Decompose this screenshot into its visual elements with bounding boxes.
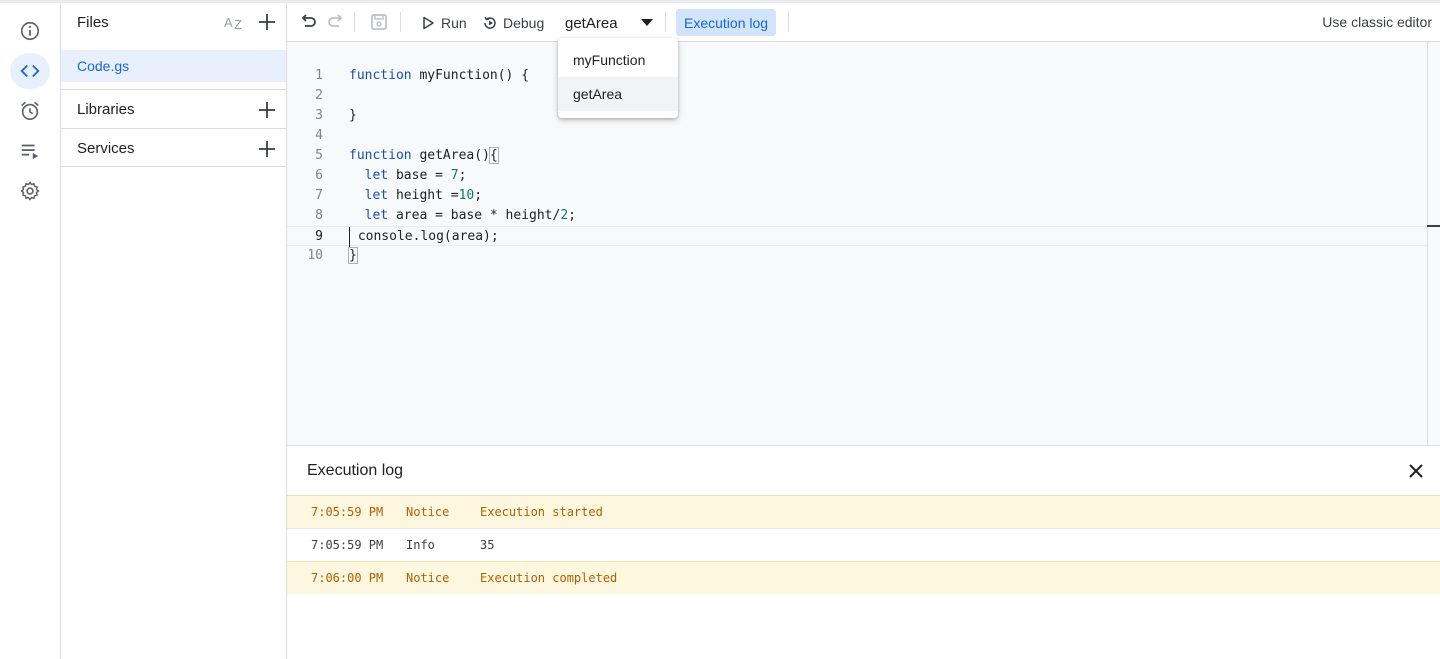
use-classic-editor-link[interactable]: Use classic editor — [1322, 14, 1432, 30]
editor-button[interactable] — [10, 53, 50, 89]
menu-item-label: myFunction — [573, 52, 646, 68]
line-code: function myFunction() { — [349, 68, 530, 83]
execution-log-label: Execution log — [684, 14, 769, 31]
code-line: 3 } — [287, 106, 1427, 126]
left-nav-rail — [0, 3, 61, 659]
project-settings-button[interactable] — [10, 173, 50, 209]
log-row: 7:05:59 PM Notice Execution started — [287, 495, 1440, 528]
executions-button[interactable] — [10, 133, 50, 169]
debug-label: Debug — [503, 15, 545, 31]
save-icon[interactable] — [369, 12, 389, 32]
log-message: Execution started — [480, 505, 603, 519]
triggers-button[interactable] — [10, 93, 50, 129]
line-number: 1 — [315, 68, 323, 83]
file-item-code-gs[interactable]: Code.gs — [61, 50, 286, 82]
code-line-current: 9 console.log(area); — [287, 226, 1427, 247]
svg-text:A: A — [224, 15, 233, 30]
code-line: 7 let height =10; — [287, 186, 1427, 206]
code-editor[interactable]: 1 function myFunction() { 2 3 } 4 5 func… — [287, 42, 1427, 445]
code-icon — [20, 64, 40, 78]
line-code: } — [349, 108, 357, 123]
undo-icon[interactable] — [298, 12, 318, 32]
gear-icon — [20, 181, 40, 201]
menu-item-myfunction[interactable]: myFunction — [558, 43, 678, 77]
add-library-icon[interactable] — [257, 100, 277, 120]
log-message: 35 — [480, 538, 495, 552]
line-number: 2 — [315, 88, 323, 103]
line-number: 10 — [307, 248, 323, 263]
sort-az-icon[interactable]: A Z — [224, 12, 246, 32]
alarm-clock-icon — [21, 101, 39, 121]
debug-button[interactable]: Debug — [482, 10, 544, 36]
svg-text:Z: Z — [234, 17, 242, 32]
add-service-icon[interactable] — [257, 139, 277, 159]
files-header: Files A Z — [61, 3, 286, 41]
execution-log-title: Execution log — [307, 462, 404, 479]
log-level: Notice — [406, 571, 450, 585]
function-select[interactable]: getArea — [559, 9, 659, 37]
log-time: 7:06:00 PM — [311, 571, 384, 585]
services-label: Services — [77, 140, 135, 157]
code-line: 2 — [287, 86, 1427, 106]
line-code: let height =10; — [364, 188, 483, 203]
line-code: function getArea(){ — [349, 147, 499, 164]
run-button[interactable]: Run — [420, 10, 467, 36]
code-line: 5 function getArea(){ — [287, 146, 1427, 166]
code-line: 10 } — [287, 246, 1427, 266]
function-dropdown-menu: myFunction getArea — [558, 38, 678, 118]
line-number: 7 — [315, 188, 323, 203]
code-line: 4 — [287, 126, 1427, 146]
overview-button[interactable] — [10, 13, 50, 49]
services-section[interactable]: Services — [61, 128, 286, 167]
code-line: 6 let base = 7; — [287, 166, 1427, 186]
line-code: let base = 7; — [364, 168, 467, 183]
info-icon — [20, 21, 40, 41]
code-line: 8 let area = base * height/2; — [287, 206, 1427, 226]
menu-item-getarea[interactable]: getArea — [558, 77, 678, 111]
file-name: Code.gs — [77, 58, 130, 74]
line-number: 5 — [315, 148, 323, 163]
run-label: Run — [441, 15, 467, 31]
libraries-section[interactable]: Libraries — [61, 89, 286, 128]
line-number: 9 — [315, 229, 323, 244]
files-title: Files — [77, 14, 109, 31]
log-row: 7:06:00 PM Notice Execution completed — [287, 561, 1440, 594]
debug-icon — [484, 16, 496, 29]
close-icon[interactable] — [1406, 461, 1426, 481]
selected-function: getArea — [565, 15, 618, 32]
log-level: Notice — [406, 505, 450, 519]
line-code: console.log(area); — [349, 227, 499, 247]
editor-scrollbar[interactable] — [1427, 42, 1440, 445]
log-time: 7:05:59 PM — [311, 505, 384, 519]
menu-item-label: getArea — [573, 86, 623, 102]
line-code: let area = base * height/2; — [364, 208, 576, 223]
log-level: Info — [406, 538, 435, 552]
scrollbar-cursor-marker — [1427, 225, 1440, 227]
log-time: 7:05:59 PM — [311, 538, 384, 552]
executions-icon — [21, 144, 39, 160]
line-number: 3 — [315, 108, 323, 123]
toolbar-divider — [400, 12, 401, 32]
toolbar-divider — [665, 12, 666, 32]
toolbar-divider — [354, 12, 355, 32]
editor-toolbar: Run Debug getArea Execution log Use clas… — [287, 3, 1440, 42]
libraries-label: Libraries — [77, 101, 135, 118]
line-code: } — [348, 247, 358, 264]
toolbar-divider — [788, 12, 789, 32]
line-number: 8 — [315, 208, 323, 223]
files-panel: Files A Z Code.gs Libraries Services — [61, 3, 287, 659]
log-row: 7:05:59 PM Info 35 — [287, 528, 1440, 561]
log-message: Execution completed — [480, 571, 618, 585]
play-icon — [423, 16, 434, 30]
code-line: 1 function myFunction() { — [287, 66, 1427, 86]
execution-log-panel: Execution log 7:05:59 PM Notice Executio… — [287, 445, 1440, 659]
redo-icon[interactable] — [326, 12, 346, 32]
add-file-icon[interactable] — [257, 12, 277, 32]
line-number: 6 — [315, 168, 323, 183]
execution-log-button[interactable]: Execution log — [676, 9, 777, 36]
line-number: 4 — [315, 128, 323, 143]
caret-down-icon — [641, 19, 653, 26]
